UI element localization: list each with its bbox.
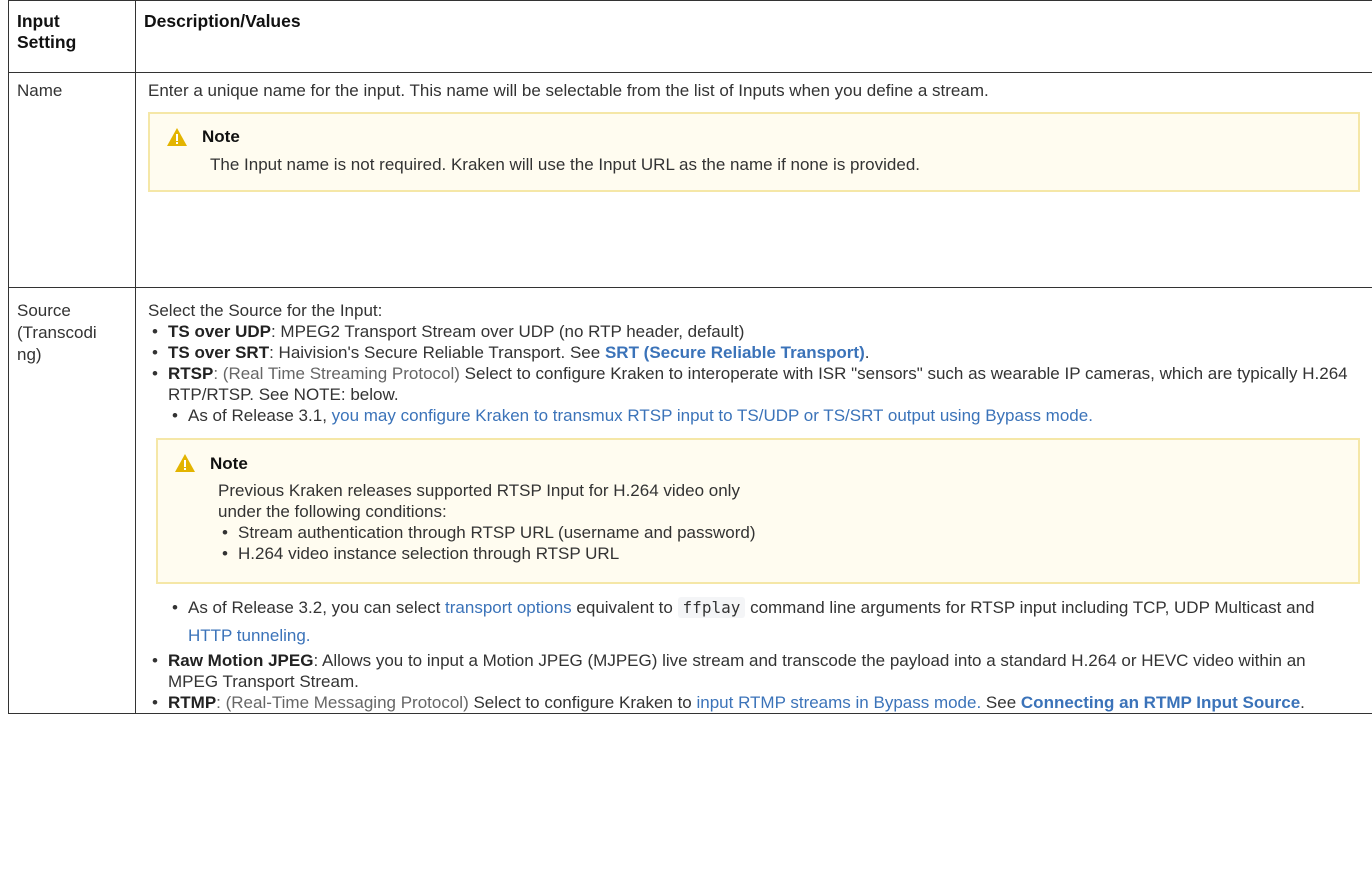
rtsp-sublist: As of Release 3.1, you may configure Kra… bbox=[156, 405, 1360, 650]
list-item-rtsp-3-1: As of Release 3.1, you may configure Kra… bbox=[156, 405, 1360, 584]
header-row: Input Setting Description/Values bbox=[8, 0, 1372, 73]
row-label-name: Name bbox=[8, 72, 136, 288]
ts-udp-label: TS over UDP bbox=[168, 322, 271, 341]
rtmp-label: RTMP bbox=[168, 693, 217, 712]
mjpeg-text: : Allows you to input a Motion JPEG (MJP… bbox=[168, 651, 1306, 691]
note-box-rtsp: Note Previous Kraken releases supported … bbox=[156, 438, 1360, 584]
row-label-source: Source (Transcodi ng) bbox=[8, 287, 136, 714]
name-description: Enter a unique name for the input. This … bbox=[148, 81, 989, 100]
warning-icon bbox=[175, 454, 195, 472]
note-header: Note bbox=[166, 126, 1342, 148]
list-item-condition: Stream authentication through RTSP URL (… bbox=[218, 522, 782, 543]
note-body-rtsp: Previous Kraken releases supported RTSP … bbox=[218, 480, 1342, 564]
source-label-line3: ng) bbox=[17, 345, 42, 364]
list-item-condition: H.264 video instance selection through R… bbox=[218, 543, 782, 564]
rtsp-sub2-mid: equivalent to bbox=[571, 598, 678, 617]
rtmp-paren: : (Real-Time Messaging Protocol) bbox=[216, 693, 469, 712]
rtsp-sub2-pre: As of Release 3.2, you can select bbox=[188, 598, 446, 617]
header-input-setting: Input Setting bbox=[8, 0, 136, 73]
table-row-source: Source (Transcodi ng) Select the Source … bbox=[8, 287, 1372, 714]
rtmp-connecting-link[interactable]: Connecting an RTMP Input Source bbox=[1021, 693, 1300, 712]
rtmp-bypass-link[interactable]: input RTMP streams in Bypass mode. bbox=[696, 693, 981, 712]
ffplay-code: ffplay bbox=[677, 597, 746, 618]
srt-link[interactable]: SRT (Secure Reliable Transport) bbox=[605, 343, 865, 362]
mjpeg-label: Raw Motion JPEG bbox=[168, 651, 314, 670]
rtmp-see: See bbox=[981, 693, 1021, 712]
rtmp-text: Select to configure Kraken to bbox=[468, 693, 697, 712]
bypass-mode-link[interactable]: you may configure Kraken to transmux RTS… bbox=[332, 406, 1093, 425]
header-description: Description/Values bbox=[135, 0, 1372, 73]
note-title-rtsp: Note bbox=[210, 453, 248, 473]
note-text-rtsp: Previous Kraken releases supported RTSP … bbox=[218, 481, 740, 521]
list-item-ts-srt: TS over SRT: Haivision's Secure Reliable… bbox=[148, 342, 1360, 363]
rtsp-paren: : (Real Time Streaming Protocol) bbox=[213, 364, 460, 383]
list-item-rtsp-3-2: As of Release 3.2, you can select transp… bbox=[168, 594, 1360, 650]
list-item-rtmp: RTMP: (Real-Time Messaging Protocol) Sel… bbox=[148, 692, 1360, 713]
source-label-line1: Source bbox=[17, 301, 71, 320]
header-col1-line1: Input bbox=[17, 11, 60, 31]
list-item-mjpeg: Raw Motion JPEG: Allows you to input a M… bbox=[148, 650, 1360, 692]
warning-icon bbox=[167, 128, 187, 146]
note-conditions-list: Stream authentication through RTSP URL (… bbox=[218, 522, 782, 564]
source-intro: Select the Source for the Input: bbox=[148, 301, 383, 320]
ts-udp-text: : MPEG2 Transport Stream over UDP (no RT… bbox=[270, 322, 745, 341]
rtsp-label: RTSP bbox=[168, 364, 214, 383]
rtsp-sub1-pre: As of Release 3.1, bbox=[188, 406, 332, 425]
rtmp-end: . bbox=[1300, 693, 1305, 712]
note-text: The Input name is not required. Kraken w… bbox=[210, 155, 920, 174]
note-title: Note bbox=[202, 127, 240, 146]
list-item-ts-udp: TS over UDP: MPEG2 Transport Stream over… bbox=[148, 321, 1360, 342]
row-desc-source: Select the Source for the Input: TS over… bbox=[135, 287, 1372, 714]
list-item-rtsp: RTSP: (Real Time Streaming Protocol) Sel… bbox=[148, 363, 1360, 650]
source-label-line2: (Transcodi bbox=[17, 323, 97, 342]
note-box: Note The Input name is not required. Kra… bbox=[148, 112, 1360, 192]
note-header-rtsp: Note bbox=[174, 452, 1342, 474]
http-tunneling-link[interactable]: HTTP tunneling. bbox=[188, 626, 311, 645]
settings-table: Input Setting Description/Values Name Ent… bbox=[8, 0, 1372, 714]
table-row-name: Name Enter a unique name for the input. … bbox=[8, 72, 1372, 288]
ts-srt-text: : Haivision's Secure Reliable Transport.… bbox=[269, 343, 605, 362]
header-col1-line2: Setting bbox=[17, 32, 77, 52]
source-list: TS over UDP: MPEG2 Transport Stream over… bbox=[148, 321, 1360, 713]
ts-srt-end: . bbox=[864, 343, 870, 362]
rtsp-sub2-post: command line arguments for RTSP input in… bbox=[745, 598, 1315, 617]
transport-options-link[interactable]: transport options bbox=[445, 598, 572, 617]
row-desc-name: Enter a unique name for the input. This … bbox=[135, 72, 1372, 288]
ts-srt-label: TS over SRT bbox=[168, 343, 270, 362]
